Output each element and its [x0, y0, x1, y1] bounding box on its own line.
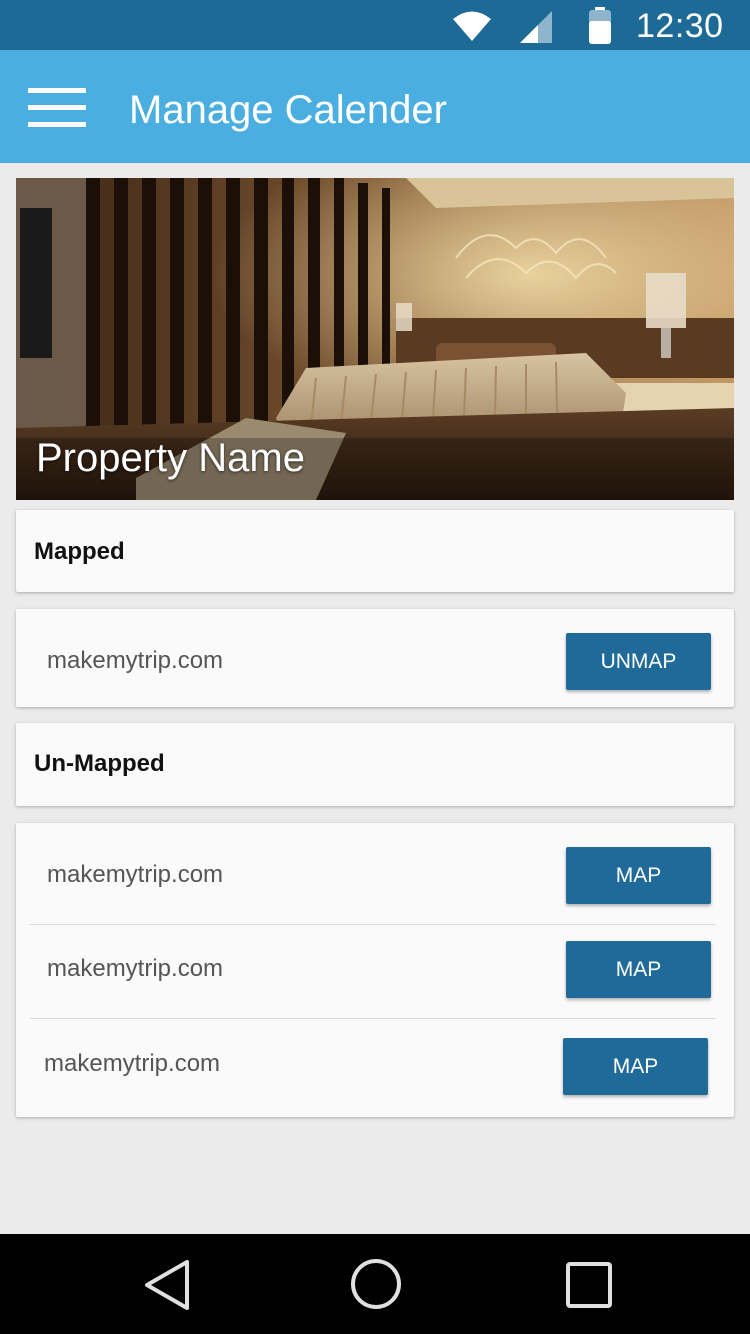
channel-name: makemytrip.com — [44, 1050, 221, 1077]
map-button[interactable]: MAP — [566, 941, 711, 998]
app-bar: Manage Calender — [0, 50, 750, 163]
map-button[interactable]: MAP — [563, 1038, 708, 1095]
map-button[interactable]: MAP — [566, 847, 711, 904]
mapped-list: makemytrip.com UNMAP — [16, 609, 734, 707]
channel-name: makemytrip.com — [47, 955, 224, 982]
recents-square-icon[interactable] — [564, 1260, 614, 1315]
unmapped-section-header: Un-Mapped — [16, 723, 734, 806]
property-name: Property Name — [36, 436, 305, 480]
section-title-unmapped: Un-Mapped — [34, 750, 165, 777]
cell-signal-icon — [520, 10, 554, 49]
hamburger-menu-icon[interactable] — [28, 88, 86, 128]
mapped-section-header: Mapped — [16, 510, 734, 592]
list-item: makemytrip.com MAP — [16, 925, 734, 1019]
section-title-mapped: Mapped — [34, 538, 125, 565]
status-time: 12:30 — [636, 7, 724, 45]
page-title: Manage Calender — [129, 88, 447, 132]
list-item: makemytrip.com UNMAP — [16, 609, 734, 707]
unmap-button[interactable]: UNMAP — [566, 633, 711, 690]
list-item: makemytrip.com MAP — [16, 823, 734, 924]
back-triangle-icon[interactable] — [142, 1258, 192, 1317]
property-image: Property Name — [16, 178, 734, 500]
unmapped-list: makemytrip.com MAP makemytrip.com MAP ma… — [16, 823, 734, 1117]
channel-name: makemytrip.com — [47, 647, 224, 674]
battery-icon — [588, 7, 612, 50]
status-bar: 12:30 — [0, 0, 750, 50]
system-nav-bar — [0, 1234, 750, 1334]
wifi-icon — [452, 10, 492, 47]
home-circle-icon[interactable] — [349, 1257, 403, 1316]
channel-name: makemytrip.com — [47, 861, 224, 888]
list-item: makemytrip.com MAP — [16, 1019, 734, 1117]
